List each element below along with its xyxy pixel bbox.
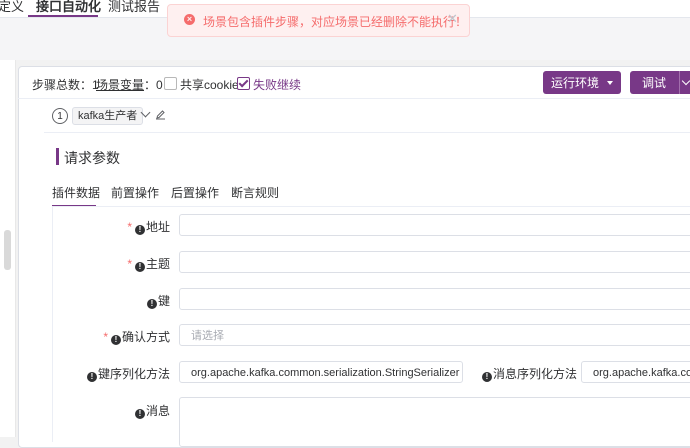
run-environment-label: 运行环境 xyxy=(550,76,599,90)
key-serializer-input[interactable]: org.apache.kafka.common.serialization.St… xyxy=(179,361,463,383)
ack-label: *! 确认方式 xyxy=(103,330,170,345)
continue-on-fail-checkbox[interactable] xyxy=(237,77,250,90)
required-mark: * xyxy=(103,330,108,344)
step-total-label: 步骤总数： xyxy=(32,78,93,92)
tab-post-processor[interactable]: 后置操作 xyxy=(171,184,219,201)
share-cookie-label[interactable]: 共享cookie xyxy=(180,76,239,93)
info-icon[interactable]: ! xyxy=(134,262,145,272)
key-serializer-label: ! 键序列化方法 xyxy=(60,365,170,382)
run-environment-button[interactable]: 运行环境 xyxy=(543,71,621,94)
continue-on-fail-label[interactable]: 失败继续 xyxy=(253,76,301,93)
value-serializer-label: ! 消息序列化方法 xyxy=(482,365,577,382)
message-textarea[interactable] xyxy=(179,397,690,447)
active-tab-indicator xyxy=(28,15,98,17)
value-serializer-input[interactable]: org.apache.kafka.common.serialization.St… xyxy=(581,361,690,383)
tab-plugin-data[interactable]: 插件数据 xyxy=(52,184,100,201)
scrollbar-thumb[interactable] xyxy=(4,230,11,270)
key-label: ! 键 xyxy=(60,292,170,309)
topic-label: *! 主题 xyxy=(127,257,170,272)
address-label: *! 地址 xyxy=(127,220,170,235)
debug-button[interactable]: 调试 xyxy=(630,71,690,94)
info-icon[interactable]: ! xyxy=(134,225,145,235)
info-icon[interactable]: ! xyxy=(86,372,97,382)
split-divider xyxy=(679,71,681,94)
scene-variables-count: 0 xyxy=(156,78,163,92)
section-title: 请求参数 xyxy=(64,150,120,166)
info-icon[interactable]: ! xyxy=(482,372,492,382)
section-accent-bar xyxy=(56,148,59,165)
share-cookie-checkbox[interactable] xyxy=(164,77,177,90)
address-input[interactable] xyxy=(179,214,690,236)
step-total: 步骤总数：1 xyxy=(32,76,99,93)
topic-input[interactable] xyxy=(179,251,690,273)
toast-message: 场景包含插件步骤，对应场景已经删除不能执行！ xyxy=(203,15,468,29)
message-label: ! 消息 xyxy=(60,402,170,419)
step-index: 1 xyxy=(52,108,68,124)
debug-label: 调试 xyxy=(642,76,667,90)
close-icon[interactable]: ✕ xyxy=(447,11,458,27)
edit-icon[interactable] xyxy=(155,109,166,123)
required-mark: * xyxy=(127,220,132,234)
scene-variables-link[interactable]: 场景变量 xyxy=(96,78,144,92)
scene-variables-sep: ： xyxy=(144,78,157,92)
chevron-down-icon xyxy=(607,80,613,85)
tab-api-automation[interactable]: 接口自动化 xyxy=(36,0,101,15)
tab-definition[interactable]: 定义 xyxy=(0,0,24,15)
info-icon[interactable]: ! xyxy=(146,299,157,309)
info-icon[interactable]: ! xyxy=(110,335,121,345)
info-icon[interactable]: ! xyxy=(134,409,145,419)
key-input[interactable] xyxy=(179,288,690,310)
error-circle-icon: × xyxy=(184,14,195,25)
required-mark: * xyxy=(127,257,132,271)
chevron-down-icon[interactable] xyxy=(681,76,690,86)
scene-variables[interactable]: 场景变量：0 xyxy=(96,76,163,93)
ack-select[interactable]: 请选择 xyxy=(179,324,690,346)
tab-assertions[interactable]: 断言规则 xyxy=(231,184,279,201)
tab-pre-processor[interactable]: 前置操作 xyxy=(111,184,159,201)
step-name-tag: kafka生产者 xyxy=(72,107,144,125)
tab-test-report[interactable]: 测试报告 xyxy=(108,0,160,15)
